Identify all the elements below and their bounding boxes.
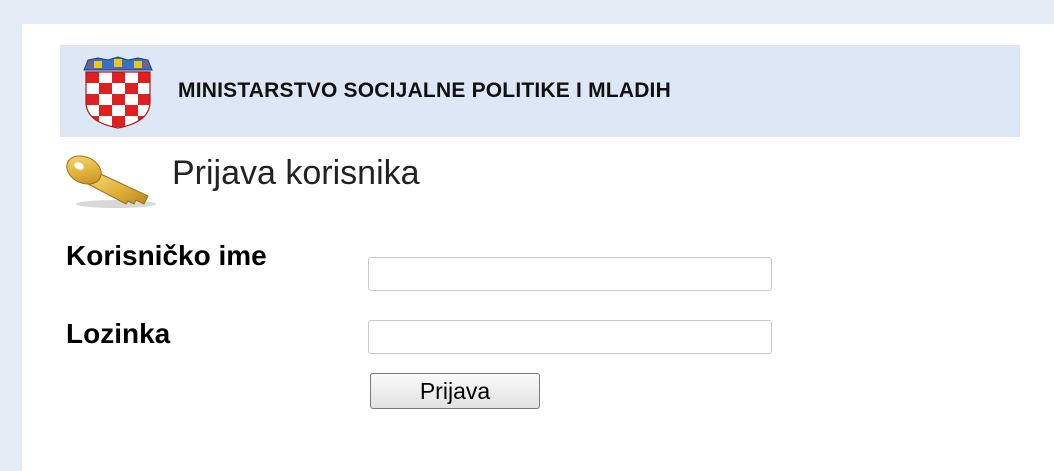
frame-top-border: [0, 0, 1054, 24]
croatian-coat-of-arms-icon: [83, 56, 153, 129]
password-label: Lozinka: [66, 318, 171, 349]
ministry-title: MINISTARSTVO SOCIJALNE POLITIKE I MLADIH: [178, 79, 671, 102]
password-input[interactable]: [368, 320, 772, 354]
username-label: Korisničko ime: [66, 240, 267, 271]
login-button[interactable]: Prijava: [370, 373, 540, 409]
username-input[interactable]: [368, 257, 772, 291]
page-frame: MINISTARSTVO SOCIJALNE POLITIKE I MLADIH…: [0, 0, 1054, 471]
main-content: MINISTARSTVO SOCIJALNE POLITIKE I MLADIH…: [22, 24, 1054, 471]
key-icon: [66, 155, 156, 208]
header-banner: MINISTARSTVO SOCIJALNE POLITIKE I MLADIH: [60, 45, 1020, 137]
frame-left-border: [0, 0, 22, 471]
login-heading: Prijava korisnika: [172, 154, 420, 192]
